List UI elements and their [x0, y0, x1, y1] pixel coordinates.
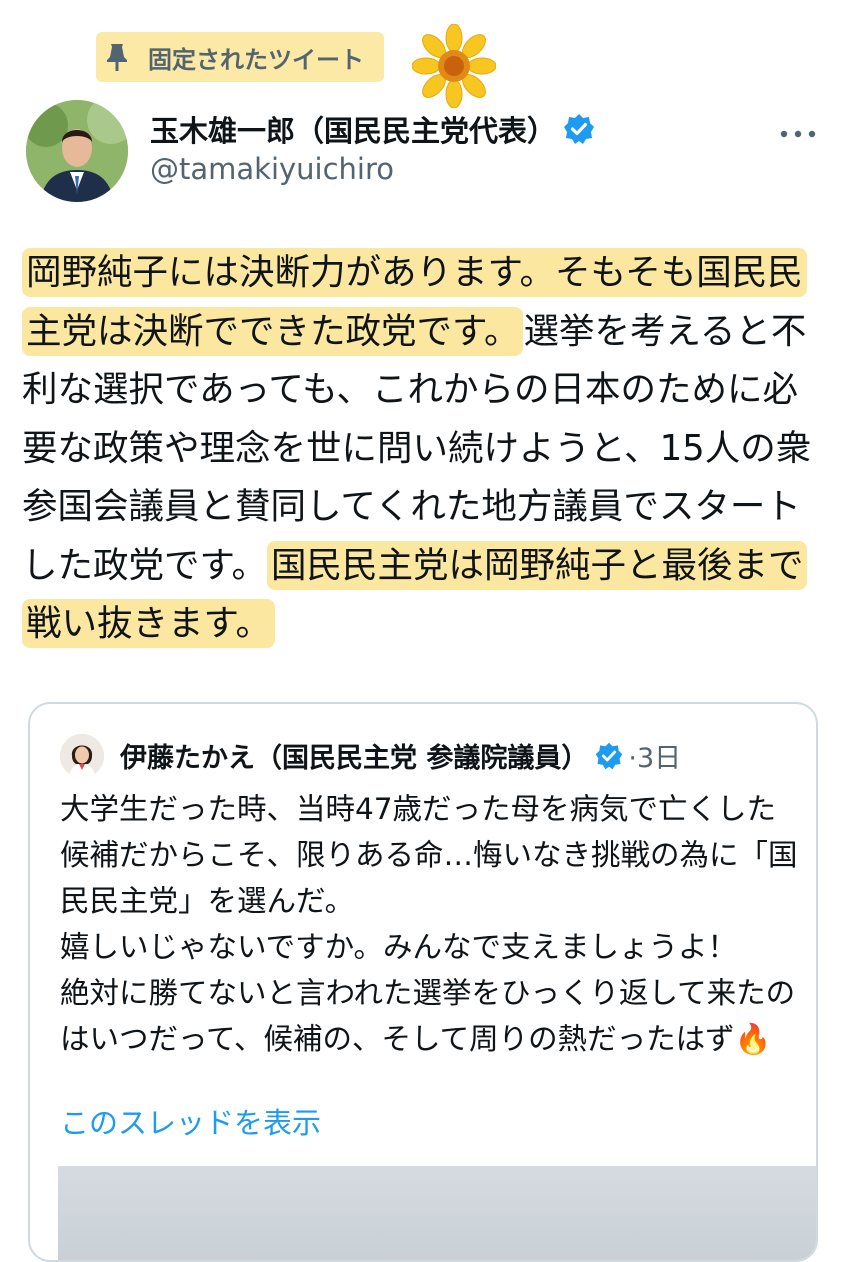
show-thread-link[interactable]: このスレッドを表示: [60, 1100, 321, 1142]
author-handle[interactable]: @tamakiyuichiro: [150, 152, 394, 186]
tweet-body: 岡野純子には決断力があります。そもそも国民民主党は決断でできた政党です。 選挙を考…: [22, 244, 822, 654]
pinned-label-text: 固定されたツイート: [148, 45, 364, 74]
verified-badge-icon: [564, 114, 595, 144]
quoted-tweet-image[interactable]: [58, 1166, 816, 1260]
quoted-tweet-date[interactable]: ·3日: [628, 736, 681, 775]
more-options-icon[interactable]: [778, 128, 818, 140]
quoted-tweet-card[interactable]: 伊藤たかえ（国民民主党 参議院議員） ·3日 大学生だった時、当時47歳だった母…: [28, 702, 818, 1262]
quoted-tweet-text: 大学生だった時、当時47歳だった母を病気で亡くした候補だからこそ、限りある命…悔…: [60, 792, 798, 1056]
sunflower-icon: [412, 24, 496, 108]
pinned-tweet-label: 固定されたツイート: [96, 32, 384, 82]
quoted-author-name[interactable]: 伊藤たかえ（国民民主党 参議院議員）: [120, 736, 588, 775]
author-avatar[interactable]: [26, 100, 128, 202]
pin-icon: [107, 44, 127, 71]
quoted-author-avatar[interactable]: [60, 734, 104, 778]
author-name[interactable]: 玉木雄一郎（国民民主党代表）: [150, 108, 556, 150]
verified-badge-icon: [596, 742, 623, 769]
